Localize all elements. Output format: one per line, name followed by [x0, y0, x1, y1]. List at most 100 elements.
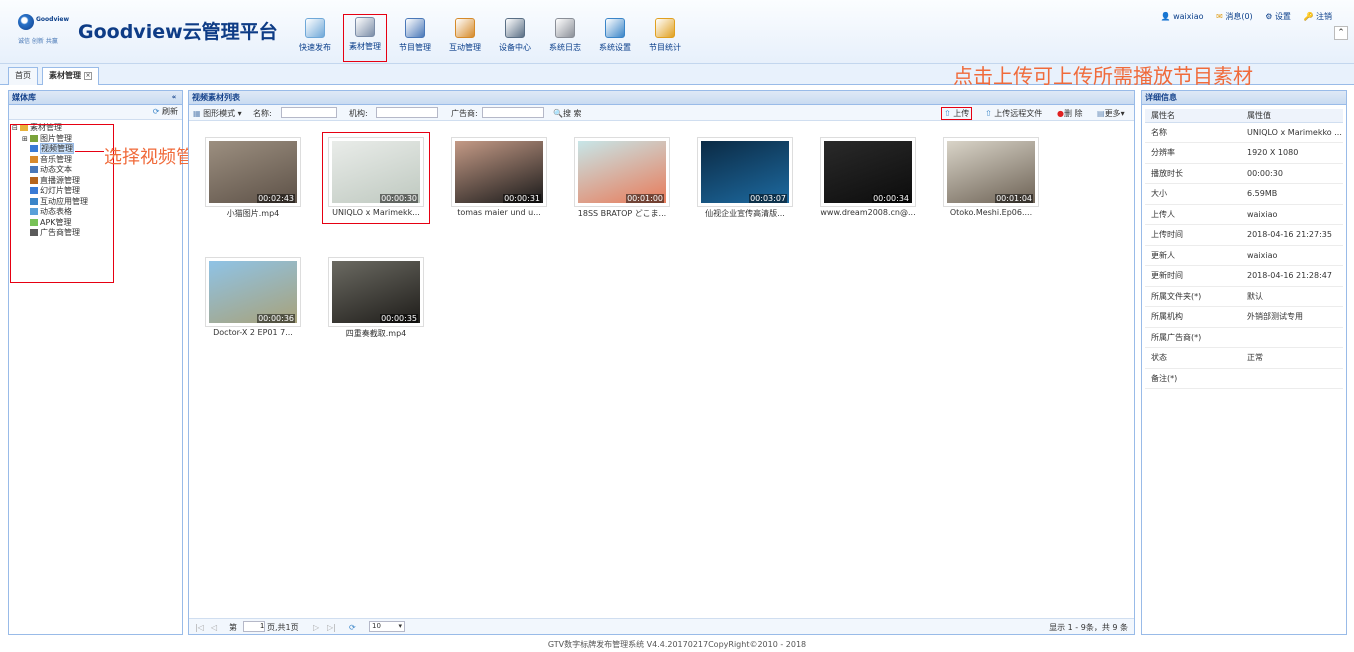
mail-icon: ✉	[1216, 12, 1223, 21]
search-label: 搜 索	[562, 109, 582, 118]
device-icon	[505, 18, 525, 38]
thumbnail-frame: 00:03:07	[697, 137, 793, 207]
view-mode-dropdown[interactable]: ▦ 图形模式 ▾	[193, 108, 242, 119]
thumbnail-grid: 00:02:43 小猫图片.mp4 00:00:30 UNIQLO x Marimek…	[189, 121, 1134, 634]
video-thumbnail[interactable]: 00:00:36 Doctor-X 2 EP01 7...	[205, 257, 301, 340]
video-thumbnail[interactable]: 00:00:30 UNIQLO x Marimekk...	[322, 132, 430, 224]
duration-badge: 00:00:30	[380, 194, 418, 203]
nav-interactive[interactable]: 互动管理	[443, 16, 487, 62]
collapse-left-icon[interactable]: «	[169, 92, 179, 102]
last-page-icon[interactable]: ▷|	[327, 620, 336, 635]
messages-link[interactable]: ✉ 消息(0)	[1216, 12, 1253, 21]
detail-key: 备注(*)	[1145, 368, 1241, 389]
logout-link[interactable]: 🔑 注销	[1303, 12, 1332, 21]
first-page-icon[interactable]: |◁	[195, 620, 204, 635]
video-thumbnail[interactable]: 00:00:31 tomas maier und u...	[451, 137, 547, 220]
program-icon	[405, 18, 425, 38]
detail-value: 外销部测试专用	[1241, 306, 1343, 328]
org-label: 机构:	[349, 109, 368, 118]
video-name: 18SS BRATOP どこま...	[577, 209, 667, 218]
view-mode-label: 图形模式	[203, 109, 236, 118]
user-link[interactable]: 👤 waixiao	[1161, 12, 1204, 21]
pagination-bar: |◁ ◁ 第 页,共1页 ▷ ▷| ⟳ 10 ▾ 显示 1 - 9条，共 9 条	[189, 618, 1134, 634]
collapse-header-button[interactable]: ⌃	[1334, 26, 1348, 40]
detail-value: waixiao	[1241, 204, 1343, 225]
details-panel: 详细信息 属性名 属性值 名称 UNIQLO x Marimekko ... 分辨率…	[1141, 90, 1347, 635]
thumbnail-frame: 00:00:30	[328, 137, 424, 207]
interactive-icon	[455, 18, 475, 38]
nav-label: 设备中心	[499, 43, 531, 52]
detail-value: 00:00:30	[1241, 163, 1343, 184]
advertiser-input[interactable]	[482, 107, 544, 118]
video-thumbnail[interactable]: 00:00:34 www.dream2008.cn@...	[820, 137, 916, 220]
video-name: Doctor-X 2 EP01 7...	[213, 328, 293, 337]
name-search-input[interactable]	[281, 107, 337, 118]
tab-label: 首页	[15, 71, 31, 80]
video-thumbnail[interactable]: 00:02:43 小猫图片.mp4	[205, 137, 301, 220]
upload-button[interactable]: ⇧ 上传	[941, 107, 973, 120]
nav-quick-publish[interactable]: 快速发布	[293, 16, 337, 62]
nav-log[interactable]: 系统日志	[543, 16, 587, 62]
nav-material[interactable]: 素材管理	[343, 14, 387, 62]
settings-icon	[605, 18, 625, 38]
org-input[interactable]	[376, 107, 438, 118]
page-size-value: 10	[372, 622, 381, 630]
nav-label: 系统设置	[599, 43, 631, 52]
nav-program[interactable]: 节目管理	[393, 16, 437, 62]
duration-badge: 00:02:43	[257, 194, 295, 203]
detail-row: 更新时间 2018-04-16 21:28:47	[1145, 265, 1343, 287]
page-size-select[interactable]: 10 ▾	[369, 621, 405, 632]
nav-label: 快速发布	[299, 43, 331, 52]
logo-slogan: 诚信 创新 共赢	[18, 38, 58, 45]
chevron-down-icon: ▾	[398, 622, 402, 630]
next-page-icon[interactable]: ▷	[313, 620, 319, 635]
goodview-logo: Goodview 诚信 创新 共赢	[14, 10, 70, 54]
duration-badge: 00:03:07	[749, 194, 787, 203]
refresh-button[interactable]: ⟳ 刷新	[153, 107, 178, 116]
footer: GTV数字标牌发布管理系统 V4.4.20170217CopyRight©201…	[547, 640, 807, 649]
search-button[interactable]: 🔍搜 索	[553, 108, 582, 119]
refresh-icon[interactable]: ⟳	[349, 620, 356, 635]
video-thumbnail[interactable]: 00:01:00 18SS BRATOP どこま...	[574, 137, 670, 220]
tab-material[interactable]: 素材管理 ×	[42, 67, 99, 85]
prev-page-icon[interactable]: ◁	[211, 620, 217, 635]
stats-icon	[655, 18, 675, 38]
left-toolbar: ⟳ 刷新	[9, 105, 182, 120]
detail-key: 状态	[1145, 347, 1241, 369]
annotation-line	[75, 151, 104, 152]
more-button[interactable]: ▤更多▾	[1097, 108, 1125, 119]
nav-device[interactable]: 设备中心	[493, 16, 537, 62]
detail-value	[1241, 327, 1343, 348]
nav-settings[interactable]: 系统设置	[593, 16, 637, 62]
video-preview: 00:01:04	[947, 141, 1035, 203]
detail-row: 大小 6.59MB	[1145, 183, 1343, 205]
settings-link[interactable]: ⚙ 设置	[1265, 12, 1291, 21]
duration-badge: 00:00:35	[380, 314, 418, 323]
page-input[interactable]	[243, 621, 265, 632]
user-icon: 👤	[1160, 12, 1171, 21]
detail-value: 6.59MB	[1241, 183, 1343, 205]
detail-key: 大小	[1145, 183, 1241, 205]
nav-stats[interactable]: 节目统计	[643, 16, 687, 62]
delete-button[interactable]: ●删 除	[1057, 108, 1083, 119]
tab-home[interactable]: 首页	[8, 67, 38, 85]
thumbnail-frame: 00:02:43	[205, 137, 301, 207]
video-thumbnail[interactable]: 00:01:04 Otoko.Meshi.Ep06....	[943, 137, 1039, 220]
upload-remote-button[interactable]: ⇧ 上传远程文件	[985, 108, 1042, 119]
detail-row: 状态 正常	[1145, 347, 1343, 369]
upload-icon: ⇧	[985, 109, 992, 118]
video-thumbnail[interactable]: 00:03:07 仙视企业宣传高清版...	[697, 137, 793, 220]
col-value-header: 属性值	[1241, 109, 1343, 123]
panel-title: 视频素材列表	[189, 91, 1134, 105]
thumbnail-frame: 00:00:31	[451, 137, 547, 207]
thumbnail-frame: 00:00:36	[205, 257, 301, 327]
video-preview: 00:00:35	[332, 261, 420, 323]
user-toolbar: 👤 waixiao ✉ 消息(0) ⚙ 设置 🔑 注销	[1151, 11, 1332, 22]
video-thumbnail[interactable]: 00:00:35 四重奏截取.mp4	[328, 257, 424, 340]
close-icon[interactable]: ×	[84, 71, 92, 80]
gear-icon: ⚙	[1265, 12, 1273, 21]
video-preview: 00:03:07	[701, 141, 789, 203]
key-icon: 🔑	[1303, 12, 1314, 21]
duration-badge: 00:01:00	[626, 194, 664, 203]
detail-row: 所属文件夹(*) 默认	[1145, 286, 1343, 307]
